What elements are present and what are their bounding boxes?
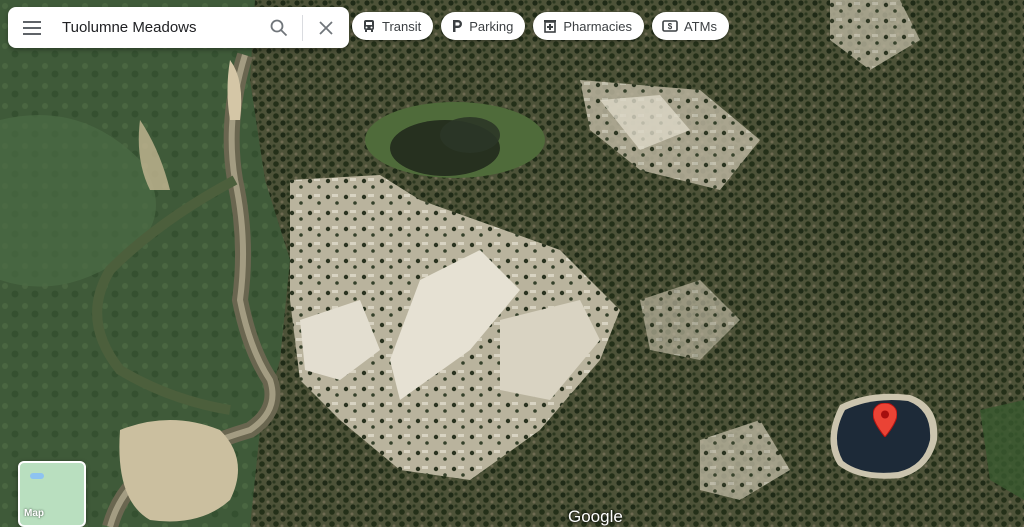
- search-input[interactable]: Tuolumne Meadows: [56, 19, 256, 36]
- thumbnail-water: [30, 473, 44, 479]
- close-icon: [319, 20, 333, 35]
- chip-label: Pharmacies: [563, 18, 632, 34]
- pharmacy-icon: [544, 20, 557, 33]
- menu-button[interactable]: [8, 7, 56, 48]
- chip-atms[interactable]: $ ATMs: [651, 12, 729, 40]
- layer-toggle-button[interactable]: Map: [18, 461, 86, 527]
- atm-icon: $: [662, 20, 678, 32]
- svg-text:$: $: [668, 22, 673, 31]
- chip-parking[interactable]: Parking: [441, 12, 526, 40]
- menu-icon: [23, 20, 41, 35]
- satellite-map[interactable]: [0, 0, 1024, 527]
- chip-pharmacies[interactable]: Pharmacies: [533, 12, 644, 40]
- location-pin-icon[interactable]: [873, 403, 897, 437]
- chip-transit[interactable]: Transit: [352, 12, 434, 40]
- search-button[interactable]: [256, 7, 302, 48]
- search-icon: [270, 19, 288, 36]
- parking-icon: [453, 20, 463, 32]
- transit-icon: [364, 20, 374, 32]
- category-chips: Transit Parking Pharmacies $ ATMs: [352, 12, 729, 40]
- search-box: Tuolumne Meadows: [8, 7, 349, 48]
- clear-search-button[interactable]: [303, 7, 349, 48]
- layer-toggle-label: Map: [24, 508, 44, 519]
- chip-label: ATMs: [683, 18, 717, 34]
- google-logo: Google: [568, 507, 623, 526]
- chip-label: Transit: [382, 18, 422, 34]
- chip-label: Parking: [469, 18, 514, 34]
